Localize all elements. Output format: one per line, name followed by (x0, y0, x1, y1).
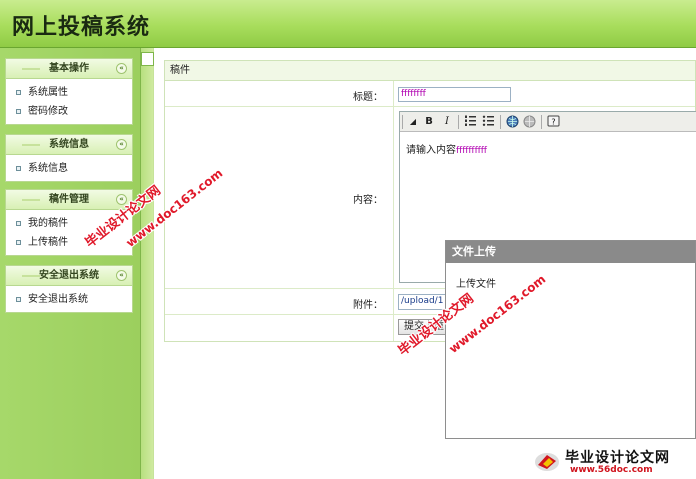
sidebar-item-system-info[interactable]: 系统信息 (14, 159, 132, 178)
link-icon[interactable] (505, 115, 519, 129)
collapse-icon[interactable]: « (116, 63, 127, 74)
bullet-icon (16, 90, 21, 95)
italic-button[interactable]: I (440, 115, 454, 129)
sidebar-item-my-manuscripts[interactable]: 我的稿件 (14, 214, 132, 233)
sidebar-item-logout[interactable]: 安全退出系统 (14, 290, 132, 309)
unlink-icon[interactable] (522, 115, 536, 129)
bullet-icon (16, 297, 21, 302)
collapse-icon[interactable]: « (116, 139, 127, 150)
editor-placeholder: 请输入内容 (406, 145, 456, 156)
site-brand: 毕业设计论文网 www.56doc.com (530, 445, 696, 479)
attachment-label: 附件： (353, 300, 383, 311)
sidebar-section-logout: 安全退出系统 « 安全退出系统 (5, 265, 133, 313)
bullet-icon (16, 109, 21, 114)
app-title: 网上投稿系统 (12, 14, 151, 40)
dialog-body: 上传文件 (456, 279, 496, 290)
help-icon[interactable]: ? (546, 115, 560, 129)
toolbar-grip-icon: ◢ (409, 117, 417, 126)
content-label: 内容： (353, 195, 383, 206)
collapse-icon[interactable]: « (116, 194, 127, 205)
section-header[interactable]: 稿件管理 « (6, 190, 132, 210)
sidebar-section-basic: 基本操作 « 系统属性 密码修改 (5, 58, 133, 125)
title-label: 标题： (353, 92, 383, 103)
bullet-icon (16, 240, 21, 245)
svg-text:?: ? (551, 118, 555, 127)
unordered-list-icon[interactable] (481, 115, 495, 129)
section-title: 基本操作 (49, 63, 89, 74)
editor-toolbar: ◢ B I ? (400, 112, 696, 132)
bullet-icon (16, 166, 21, 171)
ordered-list-icon[interactable] (463, 115, 477, 129)
brand-name: 毕业设计论文网 (565, 450, 670, 466)
sidebar-item-upload-manuscript[interactable]: 上传稿件 (14, 233, 132, 252)
section-title: 系统信息 (49, 139, 89, 150)
collapse-icon[interactable]: « (116, 270, 127, 281)
section-title: 稿件管理 (49, 194, 89, 205)
splitter[interactable] (140, 48, 154, 479)
section-title: 安全退出系统 (39, 270, 99, 281)
editor-text: ffffffffff (456, 146, 488, 156)
form-header: 稿件 (165, 61, 695, 81)
section-header[interactable]: 系统信息 « (6, 135, 132, 155)
bold-button[interactable]: B (422, 115, 436, 129)
brand-url: www.56doc.com (570, 465, 653, 475)
sidebar-item-change-password[interactable]: 密码修改 (14, 102, 132, 121)
bullet-icon (16, 221, 21, 226)
sidebar-section-manuscripts: 稿件管理 « 我的稿件 上传稿件 (5, 189, 133, 256)
sidebar-section-system-info: 系统信息 « 系统信息 (5, 134, 133, 182)
file-upload-dialog: 文件上传 上传文件 (445, 240, 696, 439)
brand-logo-icon (535, 453, 559, 471)
editor-content[interactable]: 请输入内容ffffffffff (400, 132, 696, 165)
dialog-title[interactable]: 文件上传 (446, 241, 695, 263)
section-header[interactable]: 安全退出系统 « (6, 266, 132, 286)
title-input[interactable]: ffffffff (398, 87, 511, 102)
submit-button[interactable]: 提交 (398, 319, 430, 335)
sidebar-item-system-properties[interactable]: 系统属性 (14, 83, 132, 102)
sidebar: 基本操作 « 系统属性 密码修改 系统信息 « 系统信息 稿件管理 « 我的稿件… (0, 48, 140, 479)
title-row: 标题： ffffffff (165, 81, 695, 107)
splitter-handle[interactable] (141, 52, 154, 66)
app-header: 网上投稿系统 (0, 0, 696, 48)
section-header[interactable]: 基本操作 « (6, 59, 132, 79)
